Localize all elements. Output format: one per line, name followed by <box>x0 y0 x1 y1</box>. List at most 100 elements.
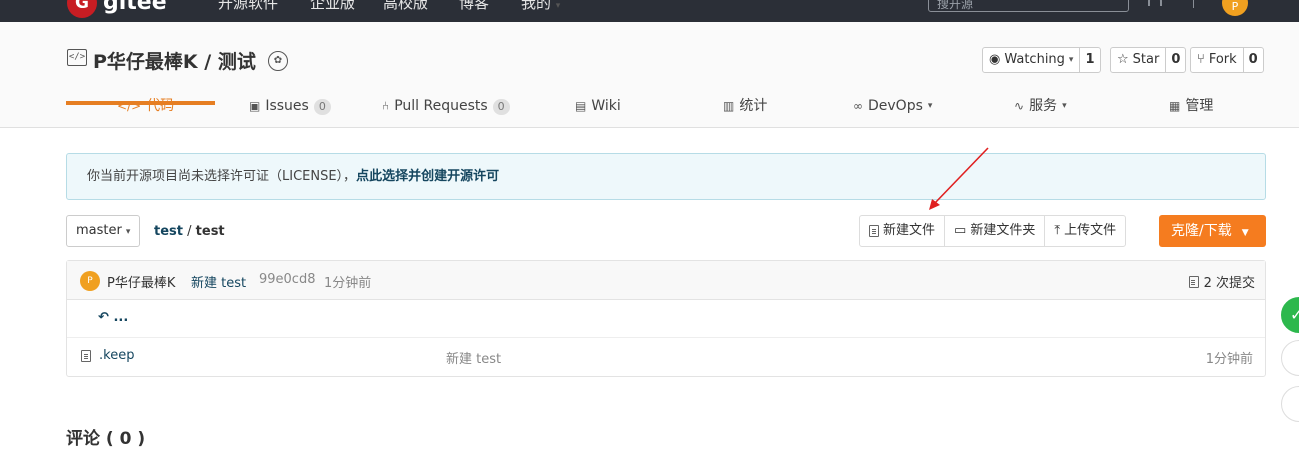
file-actions: 新建文件 ▭ 新建文件夹 ⤒ 上传文件 <box>859 215 1127 247</box>
nav-enterprise[interactable]: 企业版 <box>310 0 355 13</box>
nav-blog[interactable]: 博客 <box>459 0 489 13</box>
watch-count[interactable]: 1 <box>1079 48 1099 72</box>
user-avatar[interactable]: P <box>1222 0 1248 16</box>
chevron-down-icon: ▾ <box>927 101 933 111</box>
chevron-down-icon: ▾ <box>555 1 561 11</box>
breadcrumb-root[interactable]: test <box>154 224 183 239</box>
file-commit-time: 1分钟前 <box>1205 352 1253 367</box>
upload-icon: ⤒ <box>1054 223 1061 238</box>
star-label: Star <box>1132 52 1160 67</box>
recommend-badge-icon: ✿ <box>268 51 288 71</box>
tab-label: DevOps <box>868 98 923 114</box>
pull-request-icon: ⑃ <box>382 99 390 113</box>
tab-code[interactable]: </> 代码 <box>117 90 174 128</box>
folder-icon: ▭ <box>954 223 967 238</box>
tab-manage[interactable]: ▦ 管理 <box>1169 90 1213 128</box>
side-tool-icon[interactable] <box>1281 340 1299 376</box>
devops-icon: ∞ <box>853 99 863 113</box>
star-count[interactable]: 0 <box>1165 48 1185 72</box>
stats-icon: ▥ <box>723 99 735 113</box>
commits-icon <box>1188 275 1199 288</box>
chevron-down-icon: ▾ <box>1062 101 1067 111</box>
fork-label: Fork <box>1208 52 1237 67</box>
eye-icon: ◉ <box>989 52 1001 67</box>
clone-label: 克隆/下载 <box>1171 223 1232 239</box>
tab-label: 管理 <box>1185 98 1214 114</box>
tab-label: 统计 <box>739 98 768 114</box>
manage-icon: ▦ <box>1169 99 1181 113</box>
commit-sha[interactable]: 99e0cd8 <box>259 272 315 287</box>
breadcrumb-current: test <box>195 224 225 239</box>
bell-icon[interactable] <box>1148 0 1162 6</box>
parent-dir-link[interactable]: ↶ ... <box>98 310 128 325</box>
tab-label: Issues <box>265 98 309 114</box>
tab-stats[interactable]: ▥ 统计 <box>723 90 767 128</box>
license-banner: 你当前开源项目尚未选择许可证（LICENSE），点此选择并创建开源许可 <box>66 153 1266 200</box>
branch-select[interactable]: master ▾ <box>66 215 140 247</box>
tab-label: 服务 <box>1029 98 1058 114</box>
commit-message[interactable]: 新建 test <box>191 272 246 291</box>
repo-code-icon: </> <box>67 49 87 66</box>
license-text: 你当前开源项目尚未选择许可证（LICENSE）， <box>87 169 357 184</box>
tab-wiki[interactable]: ▤ Wiki <box>575 90 621 128</box>
fork-icon: ⑂ <box>1197 52 1205 67</box>
nav-mine-label: 我的 <box>521 0 552 12</box>
upload-file-button[interactable]: ⤒ 上传文件 <box>1045 216 1125 246</box>
tab-service[interactable]: ∿ 服务 ▾ <box>1014 90 1067 128</box>
file-commit-message[interactable]: 新建 test <box>446 348 501 367</box>
project-title[interactable]: P华仔最棒K / 测试 <box>93 47 256 74</box>
service-icon: ∿ <box>1014 99 1025 113</box>
tab-count: 0 <box>313 99 331 115</box>
side-help-icon[interactable] <box>1281 386 1299 422</box>
watch-button[interactable]: ◉ Watching ▾ 1 <box>982 47 1101 73</box>
file-table: P P华仔最棒K 新建 test 99e0cd8 1分钟前 2 次提交 ↶ ..… <box>66 260 1266 377</box>
star-icon: ☆ <box>1117 52 1129 67</box>
commit-time: 1分钟前 <box>324 276 372 291</box>
tab-label: Pull Requests <box>394 98 488 114</box>
tab-pull-requests[interactable]: ⑃ Pull Requests 0 <box>382 90 510 128</box>
tab-count: 0 <box>492 99 510 115</box>
commit-author[interactable]: P华仔最棒K <box>107 272 175 291</box>
clone-download-button[interactable]: 克隆/下载 ▼ <box>1159 215 1266 247</box>
comments-heading: 评论 ( 0 ) <box>66 429 146 449</box>
divider <box>1193 0 1194 8</box>
logo-mark: G <box>67 0 97 18</box>
chevron-down-icon: ▾ <box>125 227 131 237</box>
tab-label: Wiki <box>591 98 621 114</box>
project-header: </> P华仔最棒K / 测试 ✿ ◉ Watching ▾ 1 ☆ Star 0 ⑂… <box>0 22 1299 128</box>
avatar[interactable]: P <box>80 271 100 291</box>
issues-icon: ▣ <box>249 99 261 113</box>
commit-count: 2 次提交 <box>1203 276 1255 291</box>
search-input[interactable]: 搜开源 <box>928 0 1129 12</box>
new-file-button[interactable]: 新建文件 <box>860 216 946 246</box>
commit-count-link[interactable]: 2 次提交 <box>1188 272 1255 291</box>
tab-devops[interactable]: ∞ DevOps ▾ <box>853 90 932 128</box>
new-folder-label: 新建文件夹 <box>970 223 1036 238</box>
nav-university[interactable]: 高校版 <box>383 0 428 13</box>
watch-label: Watching <box>1004 52 1065 67</box>
parent-dir-label: ... <box>113 310 129 325</box>
breadcrumb: test / test <box>154 224 225 239</box>
file-name[interactable]: .keep <box>99 348 134 363</box>
tab-issues[interactable]: ▣ Issues 0 <box>249 90 331 128</box>
feedback-icon[interactable]: ✓ <box>1281 297 1299 333</box>
chevron-down-icon: ▼ <box>1241 228 1249 238</box>
gitee-logo[interactable]: G gitee <box>67 0 167 18</box>
latest-commit-row: P P华仔最棒K 新建 test 99e0cd8 1分钟前 2 次提交 <box>67 261 1265 300</box>
tab-label: 代码 <box>146 98 175 114</box>
file-icon <box>81 350 91 362</box>
star-button[interactable]: ☆ Star 0 <box>1110 47 1187 73</box>
nav-mine[interactable]: 我的 ▾ <box>521 0 560 13</box>
chevron-down-icon: ▾ <box>1068 55 1074 65</box>
license-link[interactable]: 点此选择并创建开源许可 <box>356 169 499 184</box>
breadcrumb-separator: / <box>187 224 192 239</box>
fork-button[interactable]: ⑂ Fork 0 <box>1190 47 1264 73</box>
table-row: .keep 新建 test 1分钟前 <box>67 338 1265 376</box>
parent-dir-row[interactable]: ↶ ... <box>67 300 1265 338</box>
top-navbar: G gitee 开源软件 企业版 高校版 博客 我的 ▾ 搜开源 P <box>0 0 1299 22</box>
file-icon <box>869 225 879 237</box>
fork-count[interactable]: 0 <box>1242 48 1263 72</box>
new-file-label: 新建文件 <box>883 223 936 238</box>
nav-open-source[interactable]: 开源软件 <box>218 0 278 13</box>
new-folder-button[interactable]: ▭ 新建文件夹 <box>945 216 1046 246</box>
